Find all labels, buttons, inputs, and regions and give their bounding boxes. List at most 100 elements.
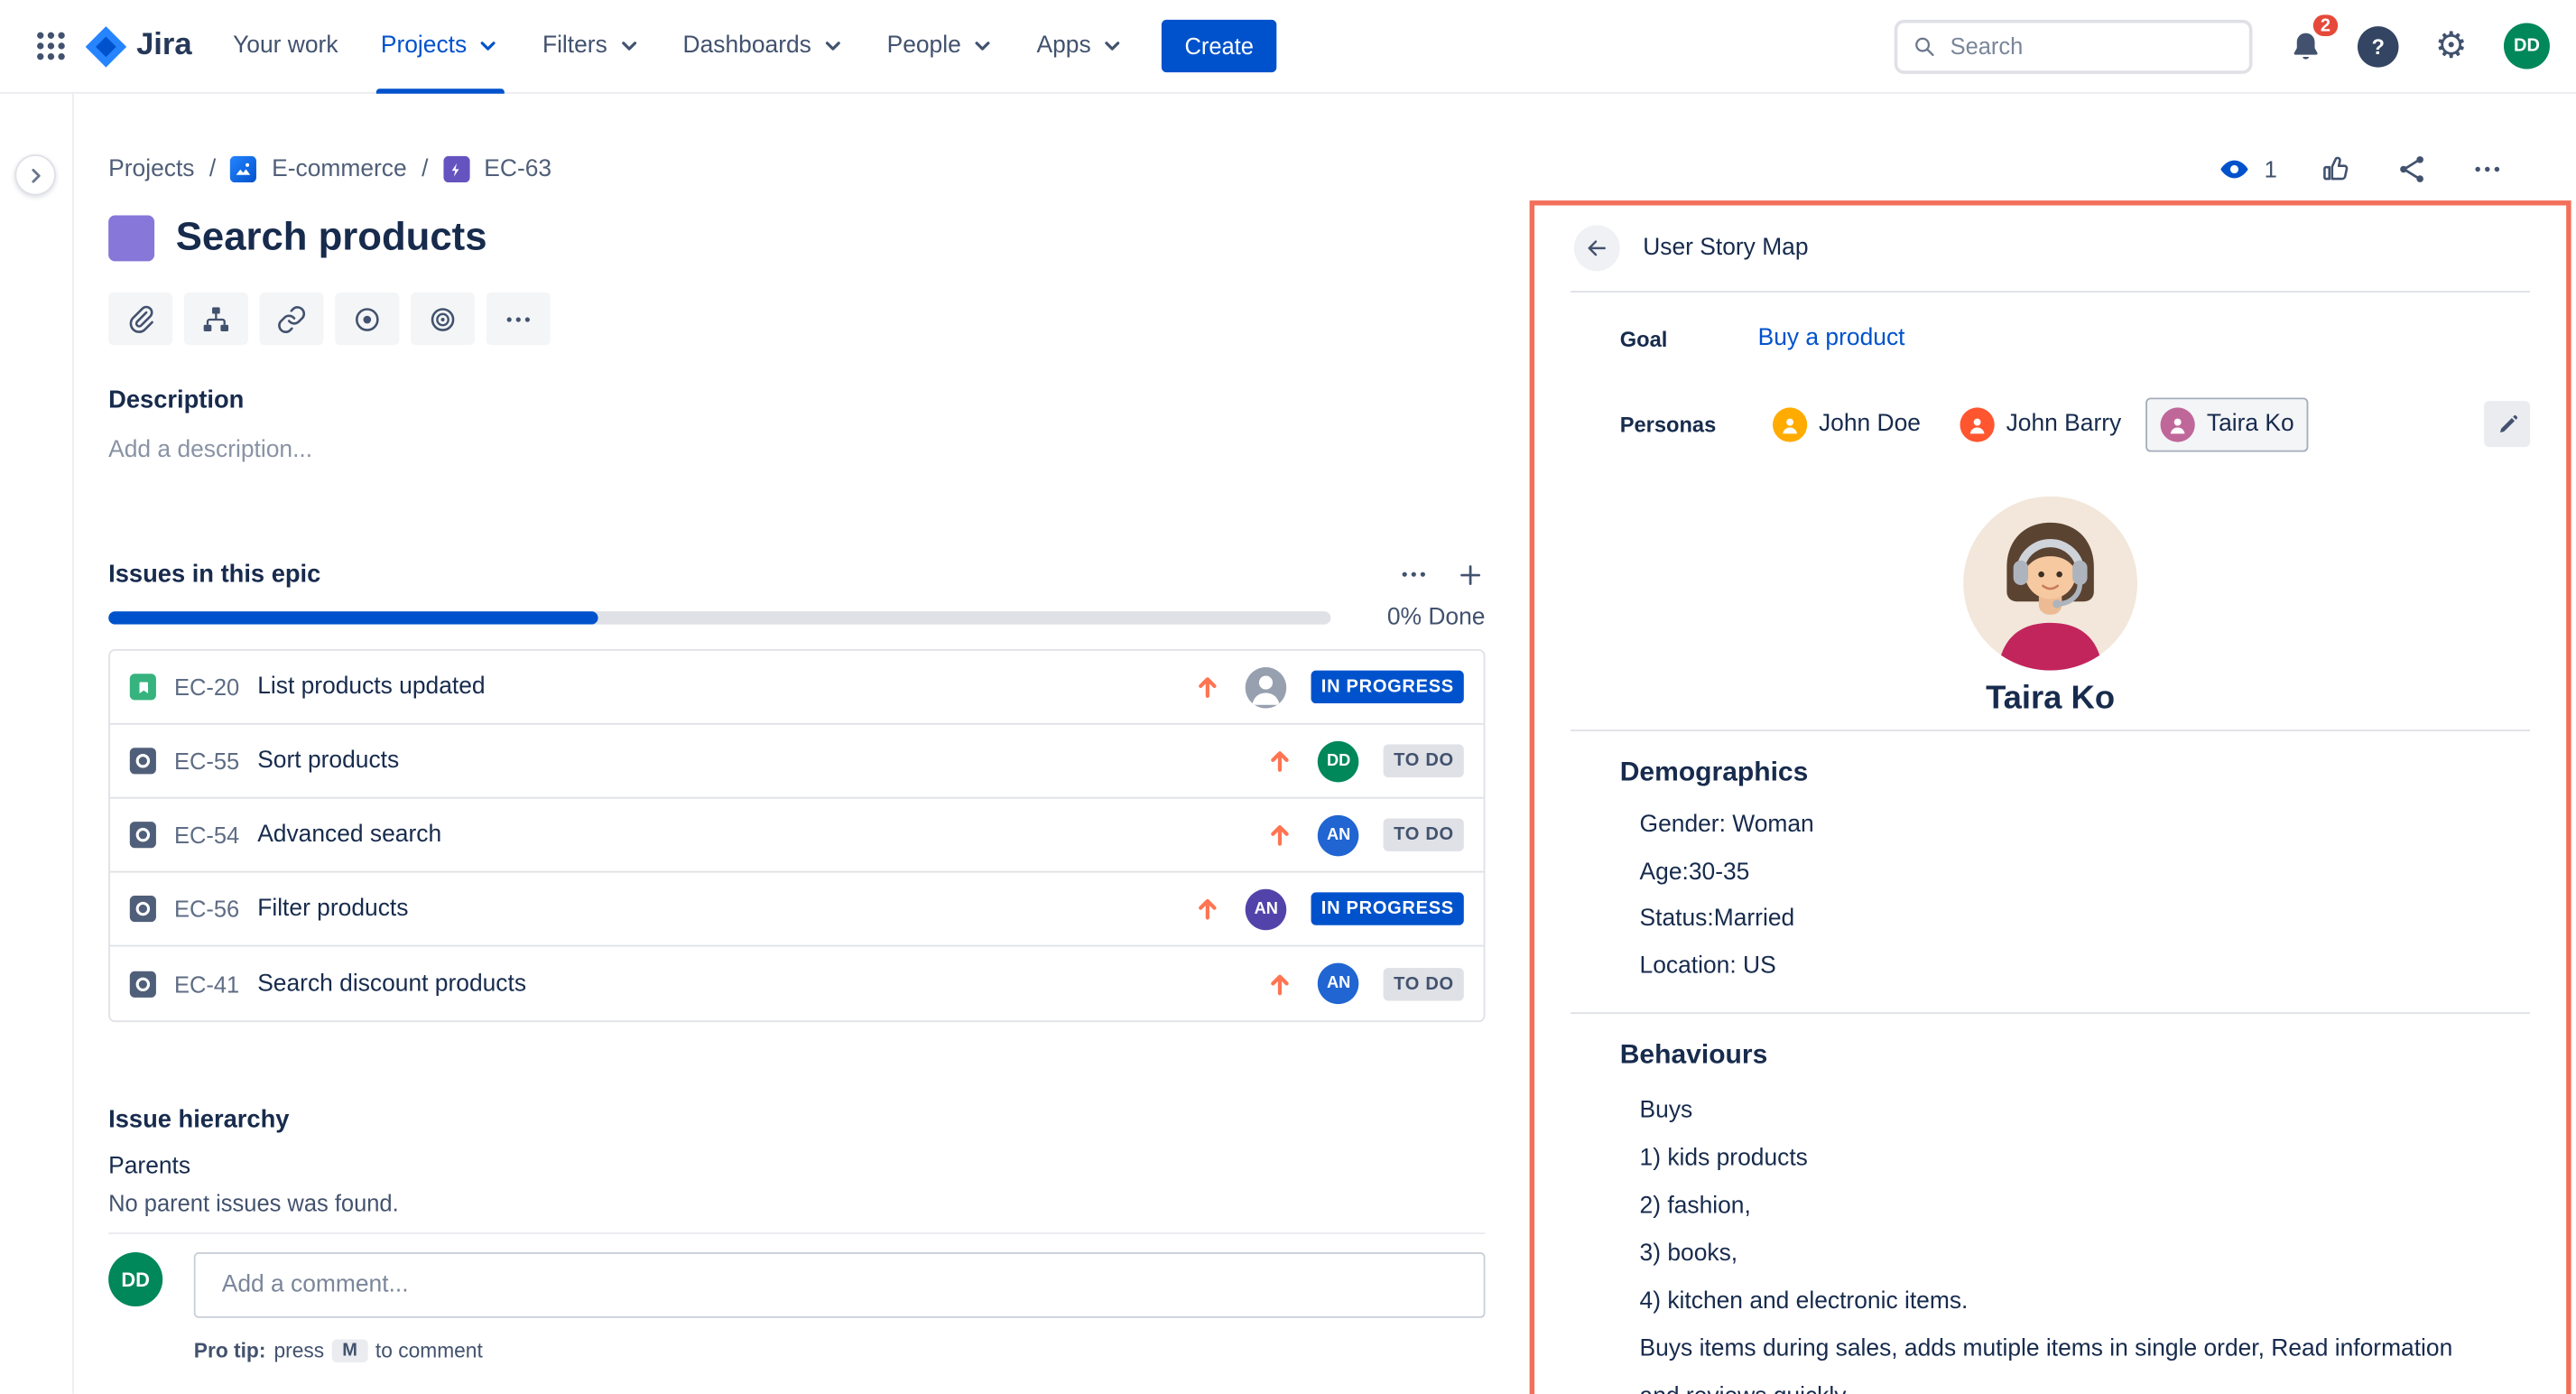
nav-people[interactable]: People bbox=[866, 0, 1015, 93]
panel-back-button[interactable] bbox=[1574, 225, 1620, 271]
issue-row[interactable]: EC-55 Sort products DD TO DO bbox=[110, 725, 1484, 799]
issue-key[interactable]: EC-56 bbox=[174, 896, 239, 922]
add-child-issue-button[interactable] bbox=[184, 293, 248, 345]
help-button[interactable]: ? bbox=[2358, 25, 2399, 67]
story-type-icon bbox=[130, 674, 156, 700]
persona-name: Taira Ko bbox=[1571, 681, 2530, 717]
status-badge[interactable]: IN PROGRESS bbox=[1311, 892, 1464, 925]
status-badge[interactable]: TO DO bbox=[1384, 745, 1464, 777]
share-button[interactable] bbox=[2395, 153, 2428, 185]
attach-button[interactable] bbox=[108, 293, 172, 345]
link-issue-button[interactable] bbox=[260, 293, 324, 345]
add-issue-button[interactable] bbox=[1456, 560, 1486, 590]
issue-key[interactable]: EC-20 bbox=[174, 674, 239, 700]
parents-label: Parents bbox=[108, 1154, 190, 1180]
persona-chip-john-barry[interactable]: John Barry bbox=[1945, 397, 2136, 451]
plus-icon bbox=[1456, 560, 1486, 590]
persona-avatar-icon bbox=[1773, 406, 1807, 441]
app-switcher-button[interactable] bbox=[23, 18, 79, 74]
personas-label: Personas bbox=[1620, 412, 1758, 436]
persona-chip-label: John Doe bbox=[1819, 411, 1921, 437]
description-placeholder[interactable]: Add a description... bbox=[108, 437, 312, 463]
comment-input[interactable] bbox=[194, 1252, 1486, 1318]
watch-count: 1 bbox=[2265, 156, 2277, 182]
demographics-lines: Gender: Woman Age:30-35 Status:Married L… bbox=[1640, 802, 2497, 990]
epic-issues-more-button[interactable] bbox=[1398, 559, 1430, 590]
progress-bar bbox=[108, 611, 1331, 625]
jira-logo[interactable]: Jira bbox=[86, 25, 192, 67]
issue-row-meta: IN PROGRESS bbox=[1195, 666, 1464, 708]
issue-row[interactable]: EC-56 Filter products AN IN PROGRESS bbox=[110, 873, 1484, 947]
status-badge[interactable]: TO DO bbox=[1384, 967, 1464, 999]
grid-icon bbox=[32, 28, 69, 64]
issue-key[interactable]: EC-54 bbox=[174, 822, 239, 848]
protip-suffix: to comment bbox=[375, 1339, 483, 1361]
chevron-right-icon bbox=[23, 163, 46, 186]
persona-chips: John Doe John Barry Taira Ko bbox=[1758, 397, 2310, 451]
breadcrumb-project[interactable]: E-commerce bbox=[272, 156, 407, 182]
breadcrumb-projects[interactable]: Projects bbox=[108, 156, 194, 182]
notification-badge: 2 bbox=[2310, 12, 2341, 40]
epic-issues-tools bbox=[1398, 559, 1485, 590]
issue-row[interactable]: EC-54 Advanced search AN TO DO bbox=[110, 799, 1484, 873]
more-quick-actions-button[interactable] bbox=[486, 293, 551, 345]
nav-filters[interactable]: Filters bbox=[521, 0, 662, 93]
issue-row-meta: AN IN PROGRESS bbox=[1195, 888, 1464, 930]
nav-label: Your work bbox=[233, 33, 338, 59]
demographics-heading: Demographics bbox=[1620, 757, 2530, 789]
personas-row: Personas John Doe John Barry bbox=[1571, 397, 2530, 450]
assignee-avatar[interactable]: AN bbox=[1318, 814, 1359, 856]
issue-summary[interactable]: Filter products bbox=[257, 896, 408, 922]
nav-your-work[interactable]: Your work bbox=[211, 0, 359, 93]
assignee-avatar-unassigned[interactable] bbox=[1246, 666, 1287, 708]
issue-summary[interactable]: List products updated bbox=[257, 674, 485, 700]
watch-button[interactable]: 1 bbox=[2219, 153, 2277, 185]
scope-button[interactable] bbox=[411, 293, 475, 345]
hierarchy-icon bbox=[200, 303, 232, 335]
issue-row[interactable]: EC-41 Search discount products AN TO DO bbox=[110, 946, 1484, 1020]
issue-key[interactable]: EC-55 bbox=[174, 748, 239, 774]
settings-button[interactable]: ⚙ bbox=[2426, 22, 2476, 71]
search-icon bbox=[1913, 32, 1937, 60]
global-search[interactable] bbox=[1895, 19, 2253, 73]
breadcrumb-row: Projects / E-commerce / EC-63 1 bbox=[108, 153, 2504, 185]
assignee-avatar[interactable]: AN bbox=[1246, 888, 1287, 930]
issue-quick-actions bbox=[108, 293, 551, 345]
nav-dashboards[interactable]: Dashboards bbox=[662, 0, 866, 93]
issue-row-meta: DD TO DO bbox=[1267, 740, 1464, 782]
expand-sidebar-button[interactable] bbox=[14, 154, 56, 196]
more-actions-button[interactable] bbox=[2471, 153, 2504, 185]
behaviour-line: 3) books, bbox=[1640, 1231, 2497, 1278]
user-avatar[interactable]: DD bbox=[2504, 23, 2550, 69]
persona-avatar-icon bbox=[1960, 406, 1995, 441]
issue-summary[interactable]: Sort products bbox=[257, 748, 399, 774]
persona-chip-taira-ko[interactable]: Taira Ko bbox=[2146, 397, 2310, 451]
target-button[interactable] bbox=[335, 293, 399, 345]
status-badge[interactable]: IN PROGRESS bbox=[1311, 671, 1464, 703]
ellipsis-icon bbox=[503, 303, 534, 335]
assignee-avatar[interactable]: DD bbox=[1318, 740, 1359, 782]
behaviour-line: Buys bbox=[1640, 1088, 2497, 1136]
nav-projects[interactable]: Projects bbox=[359, 0, 521, 93]
goal-link[interactable]: Buy a product bbox=[1758, 325, 1905, 351]
breadcrumb-issue-key[interactable]: EC-63 bbox=[484, 156, 551, 182]
issue-row-meta: AN TO DO bbox=[1267, 814, 1464, 856]
nav-apps[interactable]: Apps bbox=[1015, 0, 1145, 93]
nav-label: Dashboards bbox=[683, 33, 811, 59]
epic-issues-heading: Issues in this epic bbox=[108, 561, 320, 589]
issue-key[interactable]: EC-41 bbox=[174, 971, 239, 997]
status-badge[interactable]: TO DO bbox=[1384, 818, 1464, 850]
search-input[interactable] bbox=[1951, 33, 2235, 59]
nav-label: Projects bbox=[381, 33, 467, 59]
assignee-avatar[interactable]: AN bbox=[1318, 963, 1359, 1005]
like-button[interactable] bbox=[2320, 153, 2352, 185]
create-button[interactable]: Create bbox=[1162, 20, 1276, 72]
edit-personas-button[interactable] bbox=[2484, 401, 2530, 447]
issue-summary[interactable]: Advanced search bbox=[257, 822, 441, 848]
issue-row[interactable]: EC-20 List products updated IN PROGRESS bbox=[110, 651, 1484, 725]
notifications-button[interactable]: 2 bbox=[2280, 22, 2330, 71]
panel-title: User Story Map bbox=[1643, 235, 1808, 261]
issue-summary[interactable]: Search discount products bbox=[257, 971, 526, 997]
persona-chip-john-doe[interactable]: John Doe bbox=[1758, 397, 1936, 451]
ellipsis-icon bbox=[2471, 153, 2504, 185]
